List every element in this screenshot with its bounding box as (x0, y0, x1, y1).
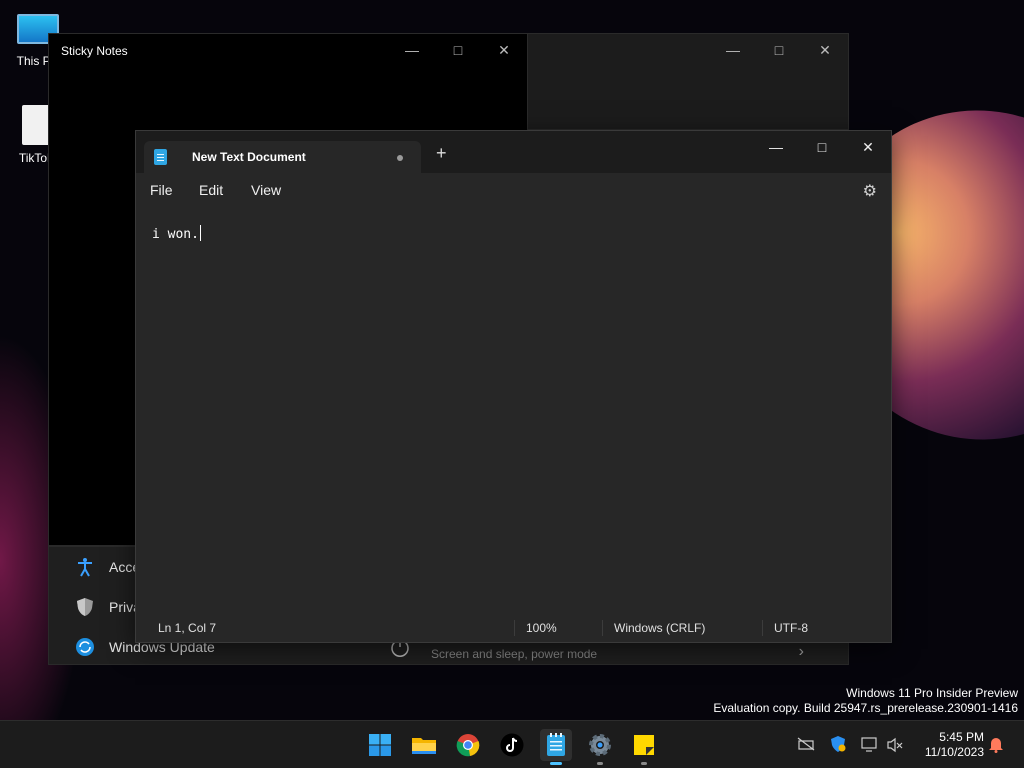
taskbar-file-explorer[interactable] (408, 729, 440, 761)
close-button[interactable]: ✕ (481, 34, 527, 66)
gear-icon[interactable]: ⚙ (863, 181, 877, 201)
start-icon (369, 734, 391, 756)
taskbar: 5:45 PM 11/10/2023 (0, 720, 1024, 768)
minimize-button[interactable]: — (753, 131, 799, 163)
shortcut-file-icon (22, 105, 50, 145)
tiktok-icon (500, 733, 524, 757)
settings-window-top: — □ ✕ (528, 33, 849, 130)
security-shield-icon[interactable] (829, 735, 847, 756)
taskbar-clock[interactable]: 5:45 PM 11/10/2023 (925, 730, 984, 760)
tab-new-text-document[interactable]: New Text Document (144, 141, 421, 173)
menu-bar: File Edit View ⚙ (136, 173, 891, 205)
unsaved-dot-icon[interactable] (397, 155, 403, 161)
editor-content: i won. (152, 227, 199, 242)
status-zoom: 100% (526, 621, 557, 635)
status-position: Ln 1, Col 7 (158, 621, 217, 635)
taskbar-sticky-notes[interactable] (628, 729, 660, 765)
taskbar-settings[interactable] (584, 729, 616, 765)
chevron-right-icon: › (798, 643, 804, 660)
volume-muted-icon[interactable] (886, 737, 904, 756)
status-line-ending: Windows (CRLF) (614, 621, 706, 635)
settings-icon (589, 734, 611, 756)
notepad-icon (154, 149, 167, 165)
clock-date: 11/10/2023 (924, 745, 984, 759)
power-subtitle: Screen and sleep, power mode (431, 647, 598, 661)
tab-title: New Text Document (192, 150, 306, 164)
maximize-button[interactable]: □ (435, 34, 481, 66)
shield-icon (75, 597, 95, 617)
desktop: This PC TikTok — □ ✕ Accessibility Priva… (0, 0, 1024, 720)
network-icon[interactable] (797, 737, 815, 754)
taskbar-chrome[interactable] (452, 729, 484, 761)
minimize-button[interactable]: — (710, 34, 756, 66)
evaluation-watermark: Windows 11 Pro Insider Preview Evaluatio… (713, 686, 1018, 716)
status-divider (514, 620, 515, 636)
status-divider (602, 620, 603, 636)
tab-bar: New Text Document + — □ ✕ (136, 131, 891, 173)
windows-update-icon (75, 637, 95, 657)
watermark-line: Evaluation copy. Build 25947.rs_prerelea… (713, 701, 1018, 715)
sticky-notes-icon (634, 735, 654, 755)
close-button[interactable]: ✕ (802, 34, 848, 66)
taskbar-tiktok[interactable] (496, 729, 528, 761)
clock-time: 5:45 PM (939, 730, 984, 744)
taskbar-notepad[interactable] (540, 729, 572, 765)
status-bar: Ln 1, Col 7 100% Windows (CRLF) UTF-8 (136, 614, 891, 642)
file-explorer-icon (412, 738, 436, 754)
menu-file[interactable]: File (150, 182, 173, 198)
chrome-icon (456, 734, 480, 757)
notepad-icon (547, 733, 565, 756)
maximize-button[interactable]: □ (756, 34, 802, 66)
notification-bell-icon[interactable] (988, 735, 1004, 756)
maximize-button[interactable]: □ (799, 131, 845, 163)
menu-edit[interactable]: Edit (199, 182, 223, 198)
display-icon[interactable] (861, 737, 879, 756)
status-divider (762, 620, 763, 636)
minimize-button[interactable]: — (389, 34, 435, 66)
watermark-line: Windows 11 Pro Insider Preview (846, 686, 1018, 700)
close-button[interactable]: ✕ (845, 131, 891, 163)
menu-view[interactable]: View (251, 182, 281, 198)
notepad-window: New Text Document + — □ ✕ File Edit View… (135, 130, 892, 643)
text-editor[interactable]: i won. (136, 205, 891, 615)
new-tab-button[interactable]: + (436, 144, 447, 162)
start-button[interactable] (364, 729, 396, 761)
accessibility-icon (75, 557, 95, 577)
window-title: Sticky Notes (61, 44, 128, 58)
status-encoding: UTF-8 (774, 621, 808, 635)
